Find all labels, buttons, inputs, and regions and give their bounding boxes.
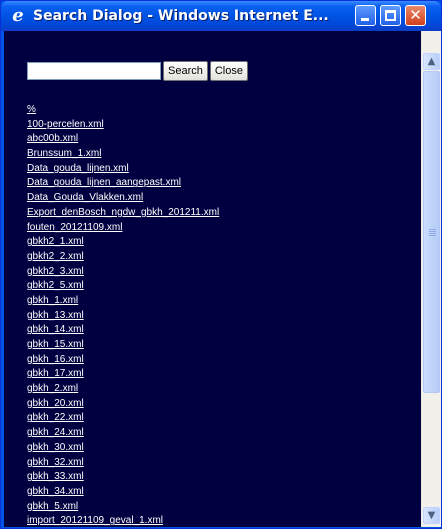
scroll-up-button[interactable]: ▲ — [423, 53, 440, 70]
list-item: gbkh_34.xml — [27, 482, 219, 497]
list-item: gbkh_16.xml — [27, 350, 219, 365]
list-item: % — [27, 100, 219, 115]
result-link[interactable]: gbkh2_1.xml — [27, 236, 84, 247]
list-item: gbkh2_2.xml — [27, 247, 219, 262]
list-item: gbkh_17.xml — [27, 364, 219, 379]
results-list: % 100-percelen.xml abc00b.xml Brunssum_1.xm… — [27, 100, 219, 526]
list-item: gbkh_20.xml — [27, 394, 219, 409]
result-link[interactable]: gbkh_5.xml — [27, 501, 78, 512]
browser-window: e Search Dialog - Windows Internet E... … — [0, 0, 442, 529]
vertical-scrollbar[interactable]: ▲ ▼ — [421, 31, 441, 527]
internet-explorer-icon: e — [12, 5, 24, 26]
result-link[interactable]: Data_gouda_lijnen_aangepast.xml — [27, 177, 181, 188]
dialog-content: Search Close % 100-percelen.xml abc00b.xml… — [4, 31, 421, 527]
result-link[interactable]: gbkh_1.xml — [27, 295, 78, 306]
result-link[interactable]: Data_Gouda_Vlakken.xml — [27, 192, 143, 203]
grip-line — [429, 231, 436, 232]
result-link[interactable]: gbkh2_5.xml — [27, 280, 84, 291]
grip-line — [429, 235, 436, 236]
list-item: gbkh_2.xml — [27, 379, 219, 394]
result-link[interactable]: gbkh_20.xml — [27, 398, 84, 409]
list-item: 100-percelen.xml — [27, 115, 219, 130]
result-link[interactable]: gbkh_34.xml — [27, 486, 84, 497]
list-item: gbkh2_5.xml — [27, 276, 219, 291]
list-item: gbkh_22.xml — [27, 408, 219, 423]
result-link[interactable]: gbkh_13.xml — [27, 310, 84, 321]
result-link[interactable]: import_20121109_geval_1.xml — [27, 515, 163, 526]
list-item: import_20121109_geval_1.xml — [27, 511, 219, 526]
result-link[interactable]: gbkh_30.xml — [27, 442, 84, 453]
result-link[interactable]: gbkh_32.xml — [27, 457, 84, 468]
list-item: gbkh2_1.xml — [27, 232, 219, 247]
result-link[interactable]: abc00b.xml — [27, 133, 78, 144]
result-link[interactable]: Export_denBosch_ngdw_gbkh_201211.xml — [27, 207, 219, 218]
search-input[interactable] — [27, 62, 161, 80]
chevron-down-icon: ▼ — [427, 510, 436, 521]
list-item: gbkh_13.xml — [27, 306, 219, 321]
result-link[interactable]: gbkh_17.xml — [27, 368, 84, 379]
result-link[interactable]: gbkh_24.xml — [27, 427, 84, 438]
maximize-icon — [385, 10, 396, 21]
title-bar[interactable]: e Search Dialog - Windows Internet E... … — [1, 1, 441, 31]
scroll-down-button[interactable]: ▼ — [423, 507, 440, 524]
list-item: gbkh_15.xml — [27, 335, 219, 350]
result-link[interactable]: gbkh_2.xml — [27, 383, 78, 394]
list-item: Data_gouda_lijnen.xml — [27, 159, 219, 174]
list-item: Brunssum_1.xml — [27, 144, 219, 159]
list-item: gbkh_5.xml — [27, 497, 219, 512]
list-item: abc00b.xml — [27, 129, 219, 144]
grip-line — [429, 229, 436, 230]
result-link[interactable]: gbkh_33.xml — [27, 471, 84, 482]
chevron-up-icon: ▲ — [427, 56, 436, 67]
list-item: gbkh_33.xml — [27, 467, 219, 482]
result-link[interactable]: gbkh2_3.xml — [27, 266, 84, 277]
minimize-button[interactable] — [355, 5, 376, 26]
result-link[interactable]: % — [27, 104, 36, 115]
list-item: gbkh_14.xml — [27, 320, 219, 335]
result-link[interactable]: 100-percelen.xml — [27, 119, 104, 130]
list-item: gbkh_30.xml — [27, 438, 219, 453]
list-item: fouten_20121109.xml — [27, 218, 219, 233]
list-item: gbkh2_3.xml — [27, 262, 219, 277]
close-window-button[interactable]: ✕ — [405, 5, 426, 26]
result-link[interactable]: gbkh_15.xml — [27, 339, 84, 350]
grip-line — [429, 233, 436, 234]
result-link[interactable]: fouten_20121109.xml — [27, 222, 122, 233]
list-item: Data_gouda_lijnen_aangepast.xml — [27, 173, 219, 188]
list-item: Data_Gouda_Vlakken.xml — [27, 188, 219, 203]
result-link[interactable]: gbkh_16.xml — [27, 354, 84, 365]
result-link[interactable]: Data_gouda_lijnen.xml — [27, 163, 129, 174]
window-title: Search Dialog - Windows Internet E... — [33, 8, 329, 24]
scrollbar-thumb[interactable] — [423, 71, 440, 393]
result-link[interactable]: gbkh_14.xml — [27, 324, 84, 335]
maximize-button[interactable] — [380, 5, 401, 26]
minimize-icon — [361, 18, 369, 21]
close-button[interactable]: Close — [209, 61, 248, 81]
list-item: Export_denBosch_ngdw_gbkh_201211.xml — [27, 203, 219, 218]
list-item: gbkh_1.xml — [27, 291, 219, 306]
result-link[interactable]: Brunssum_1.xml — [27, 148, 101, 159]
result-link[interactable]: gbkh_22.xml — [27, 412, 84, 423]
list-item: gbkh_32.xml — [27, 453, 219, 468]
result-link[interactable]: gbkh2_2.xml — [27, 251, 84, 262]
list-item: gbkh_24.xml — [27, 423, 219, 438]
search-bar: Search Close — [27, 61, 248, 81]
search-button[interactable]: Search — [163, 61, 208, 81]
close-icon: ✕ — [409, 6, 422, 24]
